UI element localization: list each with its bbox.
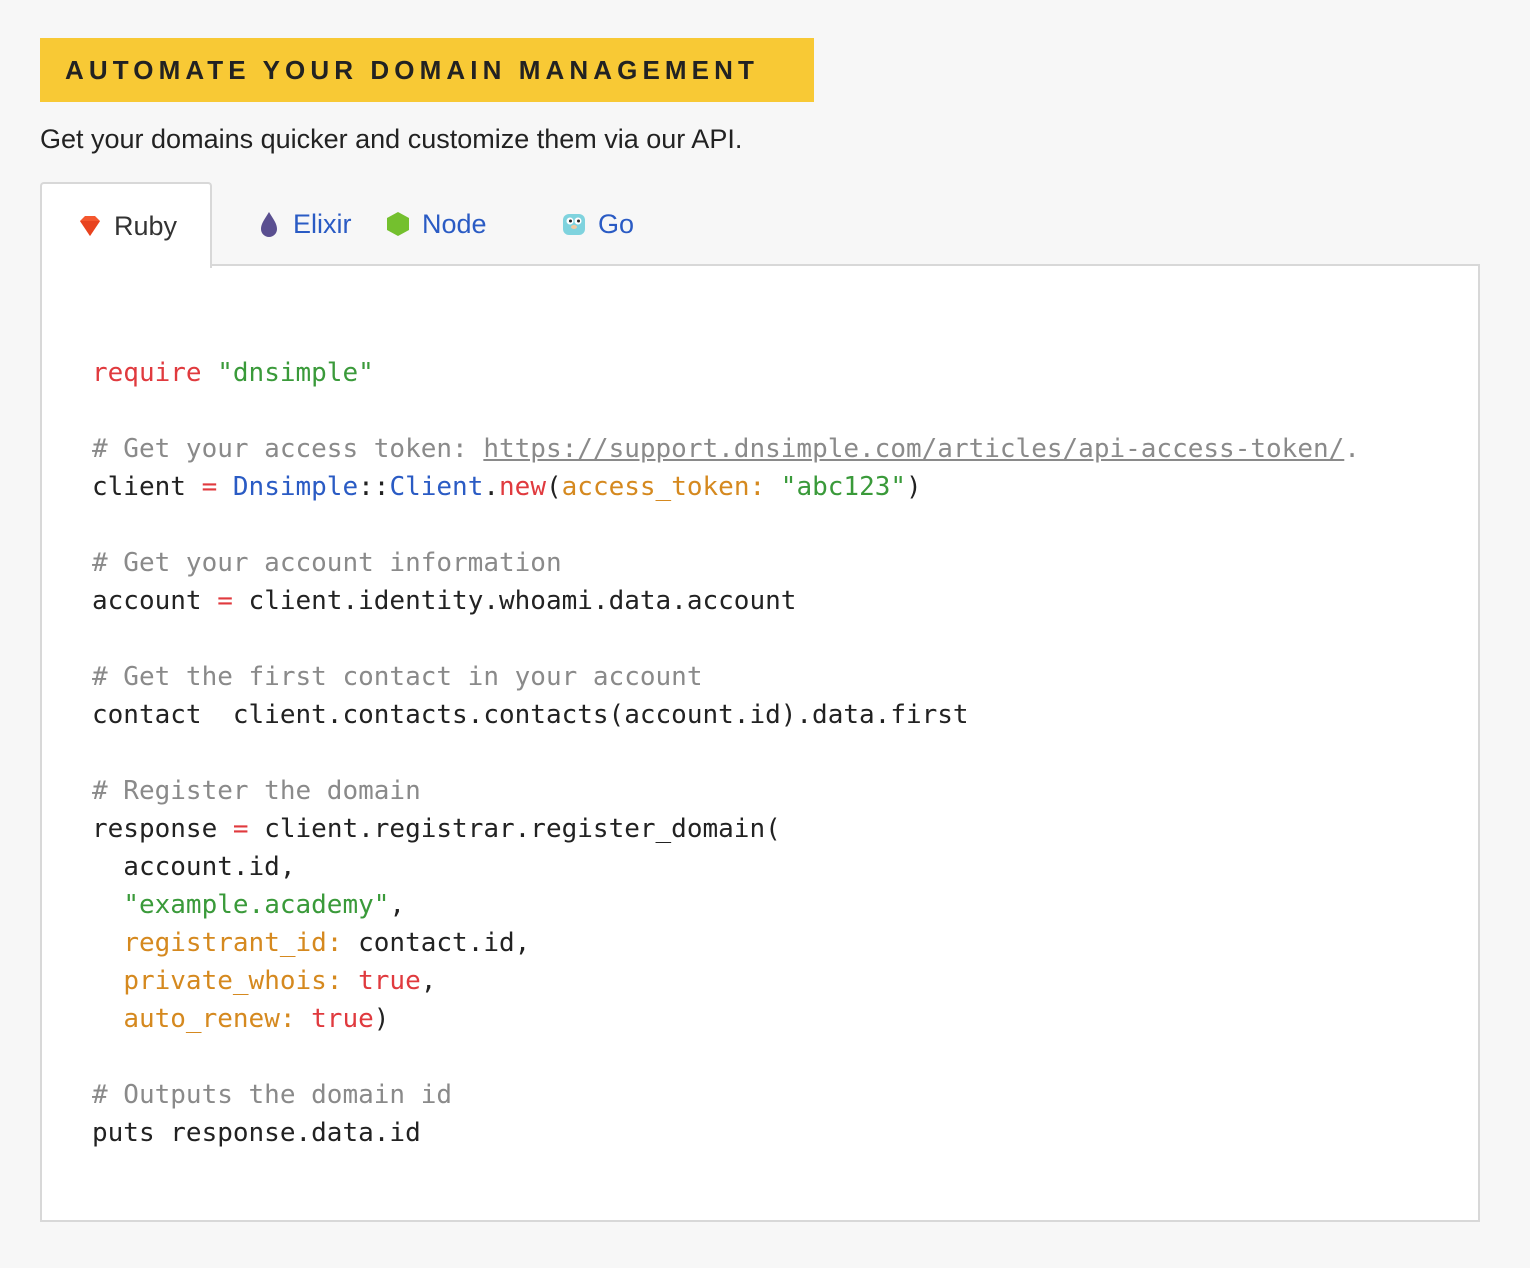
ruby-gem-icon xyxy=(80,216,100,236)
code-line: # Get your access token: https://support… xyxy=(92,430,1360,468)
code-operator: = xyxy=(201,472,218,502)
code-keyword: require xyxy=(92,358,202,388)
code-comment: # Get the first contact in your account xyxy=(92,662,703,692)
code-text: ( xyxy=(545,472,562,502)
code-string: "dnsimple" xyxy=(217,358,374,388)
access-token-link[interactable]: https://support.dnsimple.com/articles/ap… xyxy=(483,434,1344,464)
code-text: response xyxy=(92,814,233,844)
code-line: registrant_id: contact.id, xyxy=(92,924,1360,962)
code-string: "abc123" xyxy=(780,472,907,502)
code-text: client.identity.whoami.data.account xyxy=(232,586,797,616)
code-text: , xyxy=(420,966,437,996)
code-comment: # Register the domain xyxy=(92,776,421,806)
code-line: puts response.data.id xyxy=(92,1114,1360,1152)
section-subtitle: Get your domains quicker and customize t… xyxy=(40,124,743,154)
code-line: # Get your account information xyxy=(92,544,1360,582)
code-line: account = client.identity.whoami.data.ac… xyxy=(92,582,1360,620)
section-title: AUTOMATE YOUR DOMAIN MANAGEMENT xyxy=(65,54,759,85)
code-text: account xyxy=(92,586,218,616)
go-gopher-icon xyxy=(563,214,585,235)
tab-go[interactable]: Go xyxy=(560,182,680,266)
code-panel: require "dnsimple" # Get your access toke… xyxy=(40,264,1480,1222)
tab-label: Go xyxy=(598,208,635,239)
code-text: , xyxy=(389,890,406,920)
code-line: "example.academy", xyxy=(92,886,1360,924)
node-hexagon-icon xyxy=(387,212,409,236)
code-line: # Get the first contact in your account xyxy=(92,658,1360,696)
code-comment: # Get your account information xyxy=(92,548,562,578)
code-keyword: true xyxy=(311,1004,374,1034)
code-line: require "dnsimple" xyxy=(92,354,1360,392)
code-operator: = xyxy=(232,814,249,844)
code-text: ) xyxy=(906,472,922,502)
code-comment: # Get your access token: xyxy=(92,434,484,464)
code-symbol: registrant_id: xyxy=(123,928,343,958)
tab-label: Node xyxy=(422,208,487,239)
language-tabs: Ruby Elixir Node Go xyxy=(40,182,680,268)
code-text: contact client.contacts.contacts(account… xyxy=(92,700,969,730)
tab-label: Elixir xyxy=(293,208,352,239)
tab-elixir[interactable]: Elixir xyxy=(212,182,384,266)
code-text: client xyxy=(92,472,202,502)
code-text: . xyxy=(483,472,500,502)
code-symbol: private_whois: xyxy=(123,966,343,996)
code-text: client.registrar.register_domain( xyxy=(248,814,781,844)
code-class: Client xyxy=(389,472,484,502)
code-symbol: auto_renew: xyxy=(123,1004,296,1034)
code-line: # Outputs the domain id xyxy=(92,1076,1360,1114)
code-class: Dnsimple xyxy=(232,472,359,502)
code-keyword: new xyxy=(499,472,546,502)
code-operator: = xyxy=(217,586,233,616)
code-text: ) xyxy=(373,1004,390,1034)
code-comment: . xyxy=(1344,434,1360,464)
tab-node[interactable]: Node xyxy=(384,182,560,266)
code-text: contact.id, xyxy=(342,928,531,958)
tab-label: Ruby xyxy=(114,210,178,241)
code-line: # Register the domain xyxy=(92,772,1360,810)
code-symbol: access_token: xyxy=(561,472,766,502)
code-line: auto_renew: true) xyxy=(92,1000,1360,1038)
code-line: contact client.contacts.contacts(account… xyxy=(92,696,1360,734)
code-line: client = Dnsimple::Client.new(access_tok… xyxy=(92,468,1360,506)
code-keyword: true xyxy=(358,966,421,996)
code-comment: # Outputs the domain id xyxy=(92,1080,453,1110)
code-line: response = client.registrar.register_dom… xyxy=(92,810,1360,848)
section-banner: AUTOMATE YOUR DOMAIN MANAGEMENT xyxy=(40,38,814,102)
code-text: account.id, xyxy=(92,852,296,882)
elixir-drop-icon xyxy=(261,212,277,237)
tab-ruby[interactable]: Ruby xyxy=(40,182,212,268)
code-line: private_whois: true, xyxy=(92,962,1360,1000)
code-line: account.id, xyxy=(92,848,1360,886)
code-block: require "dnsimple" # Get your access toke… xyxy=(92,354,1360,1152)
code-text: puts response.data.id xyxy=(92,1118,421,1148)
code-string: "example.academy" xyxy=(123,890,390,920)
code-text: :: xyxy=(358,472,390,502)
